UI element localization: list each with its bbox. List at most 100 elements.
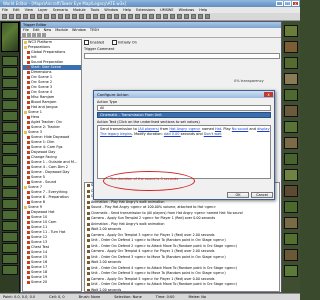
terrain-tile[interactable] xyxy=(284,169,298,181)
palette-tile[interactable] xyxy=(2,100,18,110)
toolbar-tool-icon[interactable] xyxy=(23,14,28,19)
action-icon xyxy=(87,250,90,254)
duration-link[interactable]: 0.00 xyxy=(171,132,181,136)
terrain-tile[interactable] xyxy=(284,25,298,37)
toolbar-tool-icon[interactable] xyxy=(114,14,119,19)
terrain-tile[interactable] xyxy=(284,89,298,101)
trigger-icon xyxy=(27,141,30,144)
cancel-button[interactable]: Cancel xyxy=(251,192,273,198)
toolbar-tool-icon[interactable] xyxy=(156,14,161,19)
message-link[interactable]: The legacy begins xyxy=(100,132,132,136)
new-condition-icon[interactable] xyxy=(37,33,41,37)
toolbar-tool-icon[interactable] xyxy=(184,14,189,19)
toolbar-tool-icon[interactable] xyxy=(9,14,14,19)
terrain-tile[interactable] xyxy=(284,137,298,149)
toolbar-tool-icon[interactable] xyxy=(72,14,77,19)
terrain-tile[interactable] xyxy=(284,121,298,133)
palette-tile[interactable] xyxy=(2,221,18,231)
toolbar-tool-icon[interactable] xyxy=(163,14,168,19)
toolbar-tool-icon[interactable] xyxy=(37,14,42,19)
toolbar-tool-icon[interactable] xyxy=(58,14,63,19)
palette-tile[interactable] xyxy=(2,78,18,88)
action-function-select[interactable]: Cinematic - Transmission From Unit xyxy=(97,112,271,118)
palette-tile[interactable] xyxy=(2,188,18,198)
palette-tile[interactable] xyxy=(2,155,18,165)
toolbar-tool-icon[interactable] xyxy=(128,14,133,19)
unit-link[interactable]: Hat Angry <gen> xyxy=(169,127,200,131)
toolbar-tool-icon[interactable] xyxy=(121,14,126,19)
toolbar-tool-icon[interactable] xyxy=(205,14,210,19)
modify-link[interactable]: Add xyxy=(164,132,171,136)
trigger-icon xyxy=(27,256,30,259)
configure-action-dialog: Configure Action x Action Type All Cinem… xyxy=(93,90,275,200)
toolbar-tool-icon[interactable] xyxy=(149,14,154,19)
palette-tile[interactable] xyxy=(2,56,18,66)
toolbar-tool-icon[interactable] xyxy=(44,14,49,19)
toolbar-tool-icon[interactable] xyxy=(135,14,140,19)
close-button[interactable]: x xyxy=(292,1,299,6)
toolbar-tool-icon[interactable] xyxy=(177,14,182,19)
palette-tile[interactable] xyxy=(2,111,18,121)
new-event-icon[interactable] xyxy=(32,33,36,37)
sound-link[interactable]: No sound xyxy=(232,127,249,131)
players-link[interactable]: (All players) xyxy=(138,127,159,131)
toolbar-tool-icon[interactable] xyxy=(51,14,56,19)
trigger-icon xyxy=(27,191,30,194)
toolbar-tool-icon[interactable] xyxy=(142,14,147,19)
enabled-checkbox[interactable]: Enabled xyxy=(84,40,104,45)
wait-link[interactable]: Don't wait xyxy=(204,132,222,136)
palette-tile[interactable] xyxy=(2,67,18,77)
palette-tile[interactable] xyxy=(2,254,18,264)
toolbar-tool-icon[interactable] xyxy=(16,14,21,19)
terrain-tile[interactable] xyxy=(284,153,298,165)
toolbar-tool-icon[interactable] xyxy=(170,14,175,19)
terrain-tile[interactable] xyxy=(284,265,298,277)
new-trigger-icon[interactable] xyxy=(22,33,26,37)
terrain-tile[interactable] xyxy=(284,233,298,245)
terrain-tile[interactable] xyxy=(284,41,298,53)
palette-tile[interactable] xyxy=(2,133,18,143)
toolbar-tool-icon[interactable] xyxy=(100,14,105,19)
toolbar-tool-icon[interactable] xyxy=(86,14,91,19)
minimap[interactable] xyxy=(1,22,19,52)
initially-on-checkbox[interactable]: Initially On xyxy=(112,40,137,45)
terrain-tile[interactable] xyxy=(284,185,298,197)
display-link[interactable]: display xyxy=(257,127,269,131)
toolbar-tool-icon[interactable] xyxy=(2,14,7,19)
new-category-icon[interactable] xyxy=(27,33,31,37)
palette-tile[interactable] xyxy=(2,122,18,132)
palette-tile[interactable] xyxy=(2,210,18,220)
toolbar-tool-icon[interactable] xyxy=(198,14,203,19)
toolbar-tool-icon[interactable] xyxy=(107,14,112,19)
terrain-tile[interactable] xyxy=(284,201,298,213)
action-type-select[interactable]: All xyxy=(97,105,271,111)
ok-button[interactable]: OK xyxy=(227,192,249,198)
dialog-close-icon[interactable]: x xyxy=(264,92,273,97)
palette-tile[interactable] xyxy=(2,243,18,253)
action-row[interactable]: Wait 2.00 seconds xyxy=(85,288,279,291)
palette-tile[interactable] xyxy=(2,144,18,154)
toolbar-tool-icon[interactable] xyxy=(65,14,70,19)
toolbar-tool-icon[interactable] xyxy=(191,14,196,19)
minimize-button[interactable]: _ xyxy=(276,1,283,6)
terrain-tile[interactable] xyxy=(284,105,298,117)
terrain-tile[interactable] xyxy=(284,73,298,85)
palette-tile[interactable] xyxy=(2,89,18,99)
action-icon xyxy=(87,233,90,237)
toolbar-tool-icon[interactable] xyxy=(93,14,98,19)
terrain-tile[interactable] xyxy=(284,57,298,69)
toolbar-tool-icon[interactable] xyxy=(79,14,84,19)
maximize-button[interactable]: □ xyxy=(284,1,291,6)
toolbar-tool-icon[interactable] xyxy=(30,14,35,19)
palette-tile[interactable] xyxy=(2,177,18,187)
palette-tile[interactable] xyxy=(2,166,18,176)
new-action-icon[interactable] xyxy=(42,33,46,37)
palette-tile[interactable] xyxy=(2,199,18,209)
terrain-tile[interactable] xyxy=(284,249,298,261)
palette-tile[interactable] xyxy=(2,265,18,275)
palette-tile[interactable] xyxy=(2,232,18,242)
tree-item[interactable]: Scene 20 xyxy=(23,280,81,285)
terrain-tile[interactable] xyxy=(284,217,298,229)
trigger-comment-field[interactable] xyxy=(84,53,280,59)
text-fragment: . Play xyxy=(221,127,232,131)
